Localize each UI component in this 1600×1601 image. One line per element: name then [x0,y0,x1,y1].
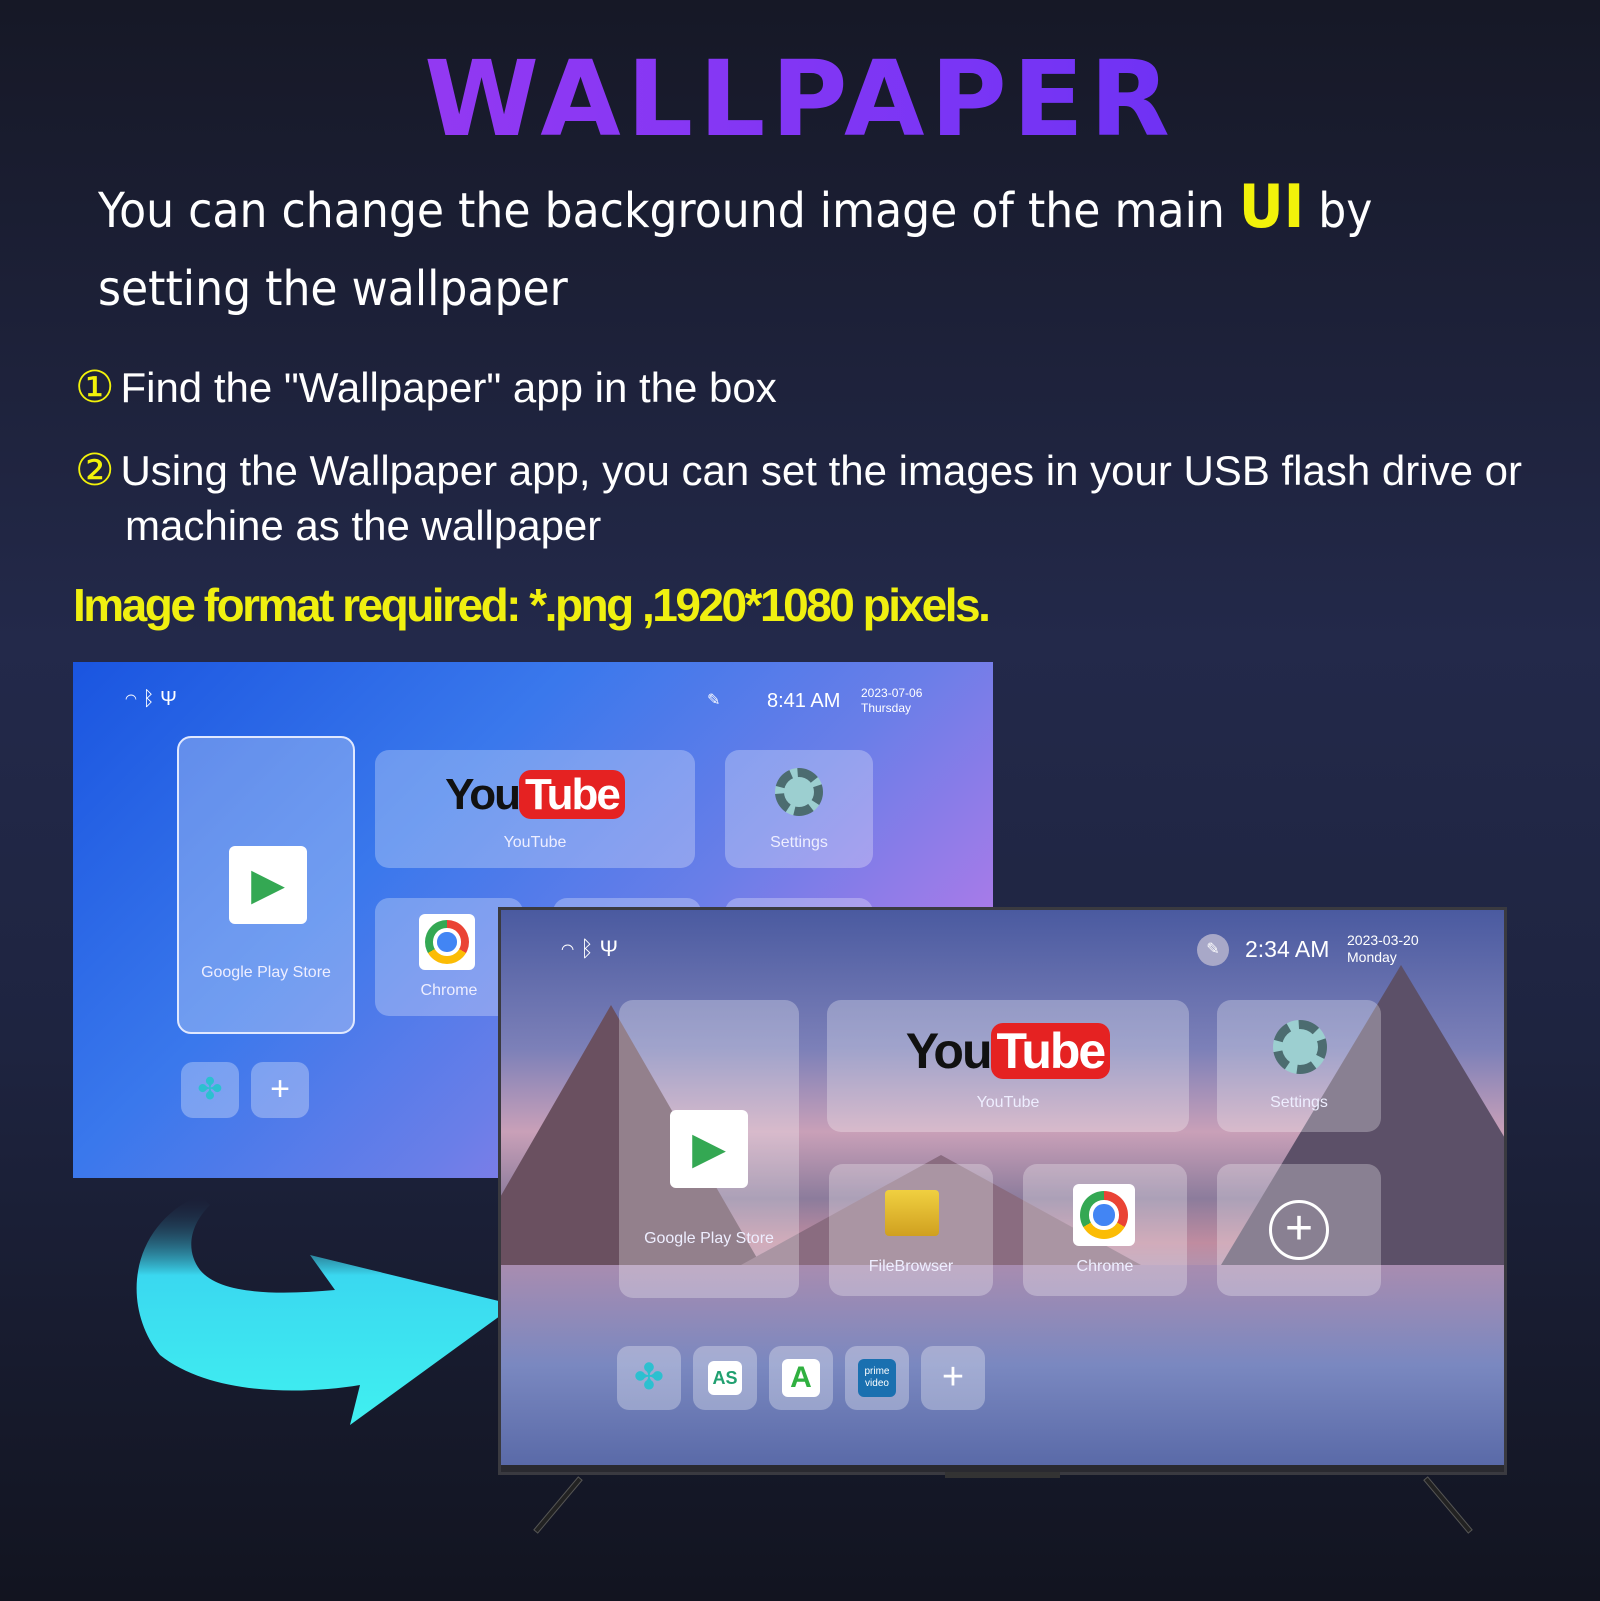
prime-video-icon: prime video [858,1359,896,1397]
screen-after: ◠ ᛒ Ψ ✎ 2:34 AM 2023-03-20 Monday ▶ Googl… [501,910,1504,1465]
gear-icon [1273,1020,1327,1074]
app-settings[interactable]: Settings [1217,1000,1381,1132]
page-title: WALLPAPER [0,38,1600,160]
step-number: ① [75,363,115,412]
app-label: Chrome [1076,1258,1134,1275]
intro-text: You can change the background image of t… [98,168,1423,328]
youtube-logo: You Tube [827,1022,1189,1080]
date: 2023-07-06 Thursday [861,686,922,716]
app-settings[interactable]: Settings [725,750,873,868]
step-1: ① Find the "Wallpaper" app in the box [75,360,1555,415]
tv-frame: ◠ ᛒ Ψ ✎ 2:34 AM 2023-03-20 Monday ▶ Googl… [498,907,1507,1475]
app-label: Settings [770,834,828,851]
chrome-icon [1080,1191,1128,1239]
date-text: 2023-07-06 [861,686,923,700]
day-text: Monday [1347,949,1397,965]
play-icon: ▶ [670,1110,748,1188]
time: 2:34 AM [1245,936,1330,962]
tv-leg [533,1476,583,1534]
app-youtube[interactable]: You Tube YouTube [827,1000,1189,1132]
step-text: Find the "Wallpaper" app in the box [120,364,777,411]
format-note: Image format required: *.png ,1920*1080 … [73,579,991,631]
app-filebrowser[interactable]: FileBrowser [829,1164,993,1296]
app-chrome[interactable]: Chrome [1023,1164,1187,1296]
app-prime-video[interactable]: prime video [845,1346,909,1410]
tv-base [945,1472,1060,1478]
arrow-icon [136,1195,515,1425]
usb-icon: Ψ [160,688,177,710]
app-aptoide[interactable]: A [769,1346,833,1410]
add-button[interactable]: + [921,1346,985,1410]
bluetooth-icon: ᛒ [580,936,594,961]
app-label: FileBrowser [868,1258,954,1275]
day-text: Thursday [861,701,912,715]
apps-grid-button[interactable]: ✤ [617,1346,681,1410]
app-label: Google Play Store [201,964,331,981]
app-play-store[interactable]: ▶ Google Play Store [619,1000,799,1298]
add-button[interactable]: + [251,1062,309,1118]
as-icon: AS [708,1361,742,1395]
step-text: Using the Wallpaper app, you can set the… [120,447,1522,549]
app-play-store[interactable]: ▶ Google Play Store [177,736,355,1034]
app-as[interactable]: AS [693,1346,757,1410]
app-label: Google Play Store [644,1230,774,1247]
aptoide-icon: A [782,1359,820,1397]
app-youtube[interactable]: You Tube YouTube [375,750,695,868]
wifi-icon: ◠ [561,936,575,961]
clean-icon: ✎ [707,692,721,709]
step-2: ② Using the Wallpaper app, you can set th… [75,443,1555,553]
plus-circle-icon: + [1269,1200,1329,1260]
youtube-logo: You Tube [375,770,695,820]
usb-icon: Ψ [599,936,619,961]
tv-leg [1423,1476,1473,1534]
intro-before: You can change the background image of t… [98,183,1239,239]
date-text: 2023-03-20 [1347,932,1419,948]
bluetooth-icon: ᛒ [142,688,155,710]
app-label: Settings [1270,1094,1328,1111]
intro-highlight: UI [1238,172,1305,242]
status-icons: ◠ ᛒ Ψ [561,936,618,962]
gear-icon [775,768,823,816]
app-label: YouTube [503,834,567,851]
app-label: YouTube [976,1094,1040,1111]
add-app-tile[interactable]: + [1217,1164,1381,1296]
time: 8:41 AM [767,690,841,712]
apps-grid-button[interactable]: ✤ [181,1062,239,1118]
wifi-icon: ◠ [125,688,137,710]
step-number: ② [75,446,115,495]
play-icon: ▶ [229,846,307,924]
clean-icon[interactable]: ✎ [1197,934,1229,966]
folder-icon [885,1190,939,1236]
chrome-icon [425,920,469,964]
date: 2023-03-20 Monday [1347,932,1419,966]
status-icons: ◠ ᛒ Ψ [125,688,177,711]
